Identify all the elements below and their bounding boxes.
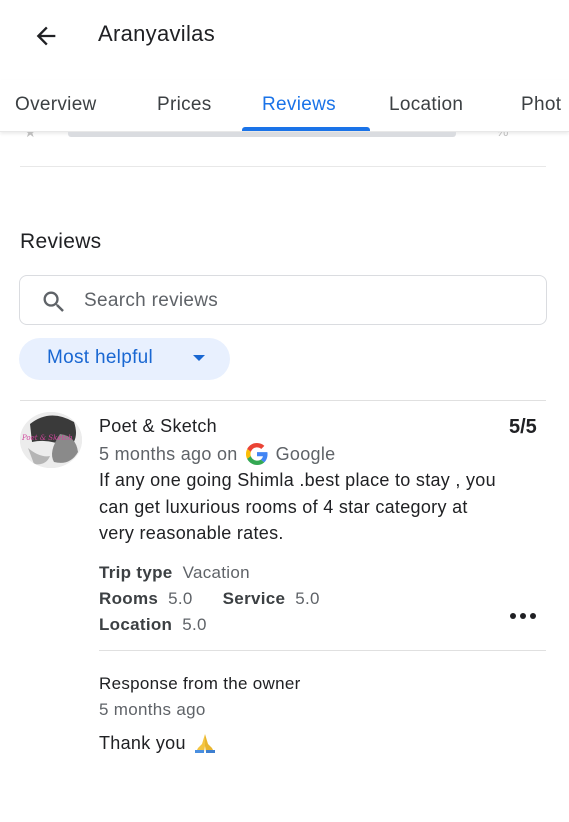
- owner-response-title: Response from the owner: [99, 674, 301, 693]
- search-icon: [43, 291, 64, 312]
- caret-down-icon: [193, 355, 205, 361]
- location-value: 5.0: [182, 615, 207, 634]
- back-button[interactable]: [28, 18, 64, 54]
- sort-dropdown-chip[interactable]: Most helpful: [19, 338, 230, 380]
- service-label: Service: [222, 589, 286, 608]
- reviewer-name[interactable]: Poet & Sketch: [99, 416, 217, 437]
- owner-response-text-row: Thank you: [99, 732, 218, 754]
- reviews-heading: Reviews: [20, 230, 102, 253]
- active-tab-indicator: [242, 127, 370, 131]
- app-header: Aranyavilas: [0, 0, 569, 70]
- owner-response-time: 5 months ago: [99, 700, 206, 719]
- divider: [99, 650, 546, 651]
- tab-location[interactable]: Location: [389, 94, 463, 116]
- review-time: 5 months ago on: [99, 443, 238, 464]
- more-options-button[interactable]: [508, 603, 538, 629]
- review-attributes: Trip type Vacation Rooms 5.0 Service 5.0 Loc…: [99, 560, 320, 638]
- rating-breakdown-row-partial: ★ %: [0, 132, 569, 168]
- avatar[interactable]: Poet & Sketch: [20, 412, 82, 468]
- search-input[interactable]: [84, 286, 524, 316]
- review-source: Google: [275, 443, 336, 464]
- review-meta: 5 months ago on Google: [99, 442, 335, 466]
- review-text: If any one going Shimla .best place to s…: [99, 470, 496, 543]
- attr-line-location: Location 5.0: [99, 612, 320, 638]
- tab-overview[interactable]: Overview: [15, 94, 97, 116]
- sort-label: Most helpful: [47, 347, 154, 368]
- rating-percent-partial: %: [496, 132, 508, 139]
- trip-type-value: Vacation: [182, 563, 250, 582]
- google-g-icon: [245, 443, 268, 465]
- avatar-text: Poet & Sketch: [22, 434, 73, 442]
- folded-hands-icon: [194, 734, 215, 753]
- arrow-back-icon: [36, 26, 56, 46]
- review-score: 5/5: [509, 416, 537, 438]
- rating-bar: [68, 132, 456, 137]
- tab-photos[interactable]: Phot: [521, 94, 561, 116]
- attr-line-trip: Trip type Vacation: [99, 560, 320, 586]
- star-icon: ★: [24, 132, 37, 140]
- location-label: Location: [99, 615, 173, 634]
- rooms-value: 5.0: [168, 589, 193, 608]
- search-box[interactable]: [19, 275, 547, 325]
- rooms-label: Rooms: [99, 589, 159, 608]
- divider: [20, 400, 546, 401]
- tab-prices[interactable]: Prices: [157, 94, 212, 116]
- page-title: Aranyavilas: [98, 21, 216, 46]
- divider: [20, 166, 546, 167]
- service-value: 5.0: [295, 589, 320, 608]
- attr-line-rooms-service: Rooms 5.0 Service 5.0: [99, 586, 320, 612]
- trip-type-label: Trip type: [99, 563, 173, 582]
- tab-reviews[interactable]: Reviews: [262, 94, 336, 116]
- more-horizontal-icon: [510, 613, 516, 619]
- owner-response-text: Thank you: [99, 732, 186, 753]
- tab-bar: Overview Prices Reviews Location Phot: [0, 80, 569, 132]
